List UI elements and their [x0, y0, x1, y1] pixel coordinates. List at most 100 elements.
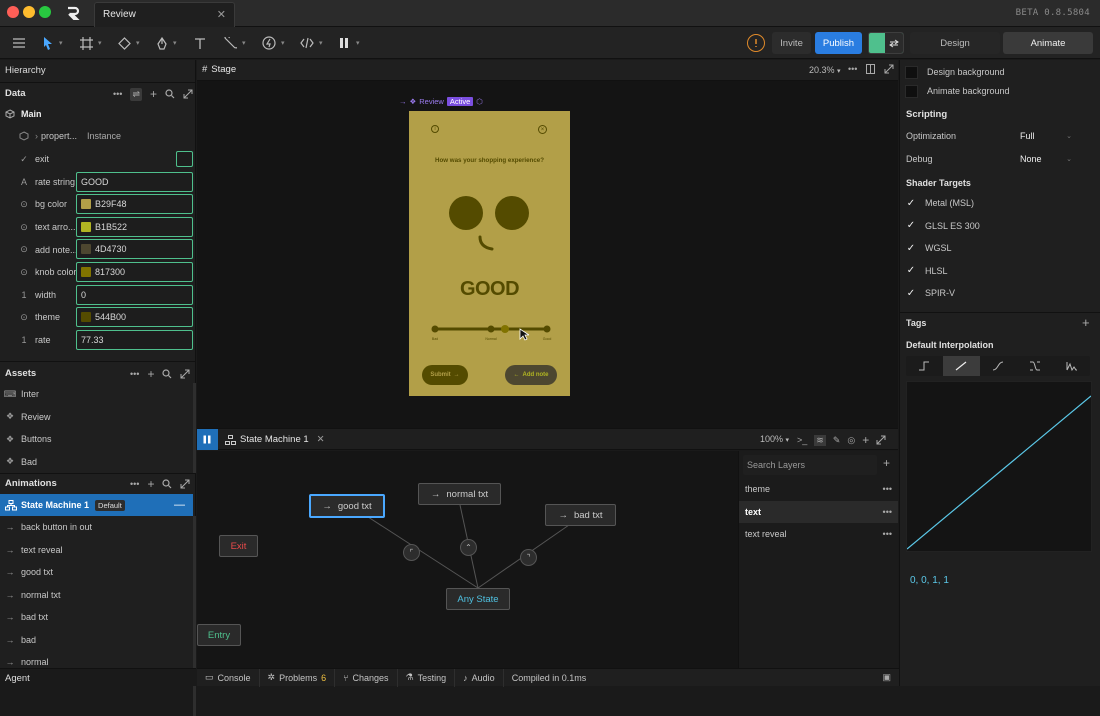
data-row-width[interactable]: 1 width 0: [19, 284, 195, 307]
data-row-knob-color[interactable]: ⊙ knob color 817300: [19, 261, 195, 284]
animation-item-state-machine[interactable]: State Machine 1 Default —: [0, 494, 193, 516]
color-swatch[interactable]: [81, 199, 91, 210]
state-node-good[interactable]: → good txt: [309, 494, 385, 518]
close-tab-icon[interactable]: ✕: [217, 8, 226, 21]
layers-icon[interactable]: ≋: [814, 434, 826, 446]
shader-target-item[interactable]: ✓ SPIR-V: [900, 282, 1100, 305]
shader-target-item[interactable]: ✓ Metal (MSL): [900, 192, 1100, 215]
code-tool[interactable]: ▾: [300, 27, 323, 59]
pen-tool[interactable]: ▾: [156, 27, 177, 59]
layer-item[interactable]: theme •••: [739, 478, 898, 501]
chevron-right-icon[interactable]: ›: [35, 131, 38, 141]
color-swatch[interactable]: [81, 221, 91, 232]
expand-icon[interactable]: [876, 435, 886, 445]
stage-tab[interactable]: # Stage: [202, 64, 236, 75]
rive-logo-icon[interactable]: [66, 6, 80, 20]
data-value-field[interactable]: 817300: [76, 262, 193, 282]
shader-target-item[interactable]: ✓ HLSL: [900, 260, 1100, 283]
agent-bar[interactable]: Agent: [0, 668, 196, 686]
animation-item[interactable]: → normal txt: [0, 584, 193, 607]
state-node-normal[interactable]: → normal txt: [418, 483, 501, 505]
transition-marker[interactable]: ⌜: [403, 544, 420, 561]
animation-item[interactable]: → bad txt: [0, 606, 193, 629]
animate-background-row[interactable]: Animate background: [900, 80, 1100, 103]
close-window-button[interactable]: [7, 6, 19, 18]
rating-slider[interactable]: Bad Normal Good: [429, 324, 553, 344]
close-icon[interactable]: ×: [538, 125, 547, 134]
layer-item[interactable]: text •••: [739, 500, 898, 523]
maximize-window-button[interactable]: [39, 6, 51, 18]
add-layer-icon[interactable]: +: [883, 456, 890, 470]
data-row-rate-string[interactable]: Arate string GOOD: [19, 171, 195, 194]
animate-mode-tab[interactable]: Animate: [1003, 32, 1093, 54]
elastic-interpolation-icon[interactable]: [1016, 356, 1053, 376]
console-prompt-icon[interactable]: >_: [797, 435, 807, 445]
search-icon[interactable]: [165, 89, 175, 99]
asset-item[interactable]: ❖ Bad: [0, 451, 193, 474]
invite-button[interactable]: Invite: [772, 32, 811, 54]
expand-icon[interactable]: [183, 89, 193, 99]
state-node-exit[interactable]: Exit: [219, 535, 258, 557]
state-graph[interactable]: ⌜ ⌃ ⌝ → good txt → normal txt → bad txt Exi…: [197, 451, 738, 668]
menu-icon[interactable]: [12, 27, 26, 59]
optimization-select[interactable]: Full ⌄: [1020, 128, 1072, 144]
stage-zoom[interactable]: 20.3% ▾: [809, 65, 841, 75]
settings-icon[interactable]: ⬡: [476, 97, 483, 106]
expand-icon[interactable]: [884, 64, 894, 74]
submit-button[interactable]: Submit →: [422, 365, 468, 385]
preview-toggle-button[interactable]: [868, 32, 904, 54]
animate-background-swatch[interactable]: [905, 84, 918, 98]
linear-interpolation-icon[interactable]: [942, 356, 980, 376]
trigger-button[interactable]: [176, 151, 193, 167]
more-icon[interactable]: •••: [130, 479, 139, 489]
data-row-exit[interactable]: ✓ exit: [19, 148, 195, 171]
hold-interpolation-icon[interactable]: [906, 356, 943, 376]
debug-select[interactable]: None ⌄: [1020, 151, 1072, 167]
data-value-field[interactable]: 77.33: [76, 329, 193, 350]
assets-scrollbar[interactable]: [193, 383, 196, 473]
animation-item[interactable]: → back button in out: [0, 516, 193, 539]
graph-zoom[interactable]: 100% ▾: [760, 434, 789, 444]
data-value-field[interactable]: GOOD: [76, 171, 193, 192]
minimize-window-button[interactable]: [23, 6, 35, 18]
shader-target-item[interactable]: ✓ GLSL ES 300: [900, 215, 1100, 238]
data-value-field[interactable]: 0: [76, 284, 193, 305]
animation-item[interactable]: → good txt: [0, 561, 193, 584]
data-value-field[interactable]: 544B00: [76, 307, 193, 328]
checkbox-checked-icon[interactable]: ✓: [905, 242, 917, 254]
state-node-any[interactable]: Any State: [446, 588, 510, 610]
add-icon[interactable]: +: [147, 477, 154, 491]
testing-tab[interactable]: ⚗ Testing: [398, 668, 456, 687]
layer-item[interactable]: text reveal •••: [739, 523, 898, 546]
checkbox-checked-icon[interactable]: ✓: [905, 220, 917, 232]
expand-icon[interactable]: [180, 369, 190, 379]
add-tag-icon[interactable]: +: [1082, 315, 1090, 330]
data-row-theme[interactable]: ⊙ theme 544B00: [19, 306, 195, 329]
asset-item[interactable]: ⌨ Inter: [0, 383, 193, 406]
close-tab-icon[interactable]: ✕: [317, 434, 325, 445]
collapse-icon[interactable]: —: [174, 499, 185, 511]
artboard[interactable]: i × How was your shopping experience? GO…: [409, 111, 570, 396]
data-row-bg-color[interactable]: ⊙ bg color B29F48: [19, 193, 195, 216]
frame-tool[interactable]: ▾: [80, 27, 102, 59]
expand-icon[interactable]: [180, 479, 190, 489]
more-icon[interactable]: •••: [883, 484, 892, 494]
interpolation-curve-graph[interactable]: [906, 381, 1092, 552]
asset-item[interactable]: ❖ Review: [0, 406, 193, 429]
add-icon[interactable]: +: [150, 87, 157, 101]
sidebar-toggle-icon[interactable]: [197, 429, 218, 450]
data-row-rate[interactable]: 1 rate 77.33: [19, 329, 195, 352]
checkbox-checked-icon[interactable]: ✓: [905, 197, 917, 209]
split-view-icon[interactable]: [866, 64, 876, 74]
checkbox-checked-icon[interactable]: ✓: [905, 265, 917, 277]
edit-icon[interactable]: ✎: [833, 435, 841, 446]
data-value-field[interactable]: B29F48: [76, 194, 193, 215]
more-icon[interactable]: •••: [883, 507, 892, 517]
animation-item[interactable]: → bad: [0, 629, 193, 652]
publish-button[interactable]: Publish: [815, 32, 862, 54]
color-swatch[interactable]: [81, 244, 91, 255]
target-icon[interactable]: ◎: [847, 435, 855, 446]
info-icon[interactable]: i: [431, 125, 439, 133]
stage-area[interactable]: # Stage 20.3% ▾ ••• → ❖ Review Active ⬡ i …: [197, 60, 898, 428]
data-value-field[interactable]: B1B522: [76, 216, 193, 237]
